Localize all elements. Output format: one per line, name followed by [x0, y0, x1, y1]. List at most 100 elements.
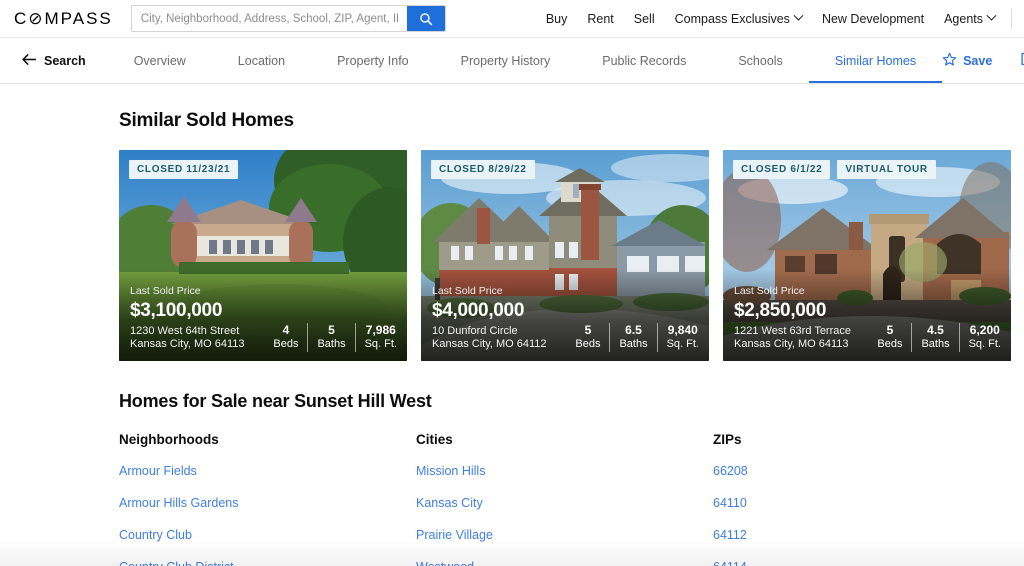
stat-baths: 4.5 Baths — [911, 323, 958, 352]
badge-group: CLOSED 8/29/22 — [431, 160, 535, 179]
nav-label: Compass Exclusives — [674, 11, 790, 26]
tab-property-info[interactable]: Property Info — [311, 38, 435, 83]
compass-logo[interactable]: C⊘MPASS — [14, 9, 113, 29]
stat-sqft: 7,986 Sq. Ft. — [354, 323, 399, 352]
city-link[interactable]: Prairie Village — [416, 528, 493, 542]
tab-label: Location — [237, 53, 286, 68]
property-stats: 4 Beds 5 Baths 7,986 Sq. Ft. — [264, 323, 399, 352]
sqft-value: 9,840 — [667, 323, 698, 338]
nav-item-compass-exclusives[interactable]: Compass Exclusives — [665, 10, 812, 26]
column-heading: Cities — [416, 432, 453, 447]
nav-item-agents[interactable]: Agents — [934, 10, 1005, 26]
nav-label: Sell — [633, 11, 655, 26]
tab-location[interactable]: Location — [212, 38, 311, 83]
property-subnav: Search Overview Location Property Info P… — [0, 38, 1024, 84]
beds-value: 5 — [886, 323, 894, 338]
nav-item-sell[interactable]: Sell — [624, 12, 665, 26]
property-stats: 5 Beds 6.5 Baths 9,840 Sq. Ft. — [566, 323, 701, 352]
column-heading: Neighborhoods — [119, 432, 219, 447]
city-link[interactable]: Westwood — [416, 560, 474, 566]
nav-item-buy[interactable]: Buy — [536, 12, 578, 26]
sqft-value: 7,986 — [365, 323, 396, 338]
neighborhood-link[interactable]: Armour Hills Gardens — [119, 496, 238, 510]
save-button[interactable]: Save — [942, 38, 1020, 83]
stat-sqft: 6,200 Sq. Ft. — [958, 323, 1003, 352]
chevron-down-icon — [793, 10, 804, 21]
zip-link[interactable]: 64114 — [713, 560, 747, 566]
address-line-1: 10 Dunford Circle — [432, 324, 518, 337]
baths-label: Baths — [921, 338, 950, 351]
star-icon — [942, 52, 957, 70]
status-badge: CLOSED 8/29/22 — [431, 160, 535, 179]
stat-baths: 6.5 Baths — [609, 323, 656, 352]
beds-label: Beds — [575, 338, 601, 351]
tab-label: Property Info — [337, 53, 409, 68]
price: $2,850,000 — [734, 299, 827, 321]
nav-label: Buy — [545, 11, 568, 26]
tab-label: Similar Homes — [834, 53, 917, 68]
nav-item-rent[interactable]: Rent — [577, 12, 623, 26]
badge-group: CLOSED 6/1/22 VIRTUAL TOUR — [733, 160, 936, 179]
city-link[interactable]: Mission Hills — [416, 464, 485, 478]
neighborhood-link[interactable]: Country Club — [119, 528, 192, 542]
stat-beds: 4 Beds — [264, 323, 307, 352]
tab-overview[interactable]: Overview — [108, 38, 212, 83]
last-sold-price-label: Last Sold Price — [130, 284, 201, 297]
property-card[interactable]: CLOSED 11/23/21 Last Sold Price $3,100,0… — [119, 150, 407, 361]
baths-label: Baths — [619, 338, 648, 351]
tab-similar-homes[interactable]: Similar Homes — [808, 38, 943, 83]
card-info: Last Sold Price $3,100,000 1230 West 64t… — [130, 285, 399, 352]
search-submit-button[interactable] — [406, 6, 445, 31]
card-info: Last Sold Price $4,000,000 10 Dunford Ci… — [432, 285, 701, 352]
sqft-value: 6,200 — [969, 323, 1000, 338]
tab-public-records[interactable]: Public Records — [576, 38, 712, 83]
column-zips: ZIPs 66208 64110 64112 64114 — [713, 432, 1010, 566]
nav-label: Agents — [944, 11, 983, 26]
zip-link[interactable]: 64110 — [713, 496, 747, 510]
back-to-search-button[interactable]: Search — [22, 38, 108, 83]
baths-value: 4.5 — [927, 323, 944, 338]
zip-link[interactable]: 66208 — [713, 464, 748, 478]
save-label: Save — [963, 53, 993, 68]
back-to-search-label: Search — [44, 53, 86, 68]
beds-label: Beds — [273, 338, 299, 351]
address-line-2: Kansas City, MO 64112 — [432, 338, 547, 351]
stat-baths: 5 Baths — [307, 323, 354, 352]
city-link[interactable]: Kansas City — [416, 496, 483, 510]
site-header: C⊘MPASS Buy Rent Sell Compass Exclusives — [0, 0, 1024, 38]
column-neighborhoods: Neighborhoods Armour Fields Armour Hills… — [119, 432, 416, 566]
address-line-2: Kansas City, MO 64113 — [130, 338, 245, 351]
property-card[interactable]: CLOSED 6/1/22 VIRTUAL TOUR Last Sold Pri… — [723, 150, 1011, 361]
sqft-label: Sq. Ft. — [364, 338, 397, 351]
stat-sqft: 9,840 Sq. Ft. — [656, 323, 701, 352]
nav-label: New Development — [821, 11, 925, 26]
tab-property-history[interactable]: Property History — [435, 38, 577, 83]
chevron-down-icon — [986, 10, 997, 21]
last-sold-price-label: Last Sold Price — [432, 284, 503, 297]
search-bar[interactable] — [130, 5, 446, 32]
arrow-left-icon — [22, 53, 37, 68]
badge-group: CLOSED 11/23/21 — [129, 160, 239, 179]
header-divider — [1011, 8, 1012, 29]
tab-schools[interactable]: Schools — [712, 38, 808, 83]
price: $4,000,000 — [432, 299, 525, 321]
share-button[interactable]: Share — [1020, 38, 1024, 83]
stat-beds: 5 Beds — [868, 323, 911, 352]
similar-homes-card-list: CLOSED 11/23/21 Last Sold Price $3,100,0… — [119, 150, 1024, 361]
last-sold-price-label: Last Sold Price — [734, 284, 805, 297]
column-heading: ZIPs — [713, 432, 742, 447]
address-line-1: 1221 West 63rd Terrace — [734, 324, 851, 337]
virtual-tour-badge: VIRTUAL TOUR — [837, 160, 936, 179]
property-card[interactable]: CLOSED 8/29/22 Last Sold Price $4,000,00… — [421, 150, 709, 361]
neighborhood-link[interactable]: Country Club District — [119, 560, 234, 566]
beds-label: Beds — [877, 338, 903, 351]
sqft-label: Sq. Ft. — [968, 338, 1001, 351]
neighborhood-link[interactable]: Armour Fields — [119, 464, 197, 478]
nearby-homes-title: Homes for Sale near Sunset Hill West — [119, 391, 432, 411]
status-badge: CLOSED 11/23/21 — [129, 160, 239, 179]
price: $3,100,000 — [130, 299, 223, 321]
search-input[interactable] — [131, 6, 407, 31]
zip-link[interactable]: 64112 — [713, 528, 747, 542]
nav-item-new-development[interactable]: New Development — [812, 12, 934, 26]
column-cities: Cities Mission Hills Kansas City Prairie… — [416, 432, 713, 566]
